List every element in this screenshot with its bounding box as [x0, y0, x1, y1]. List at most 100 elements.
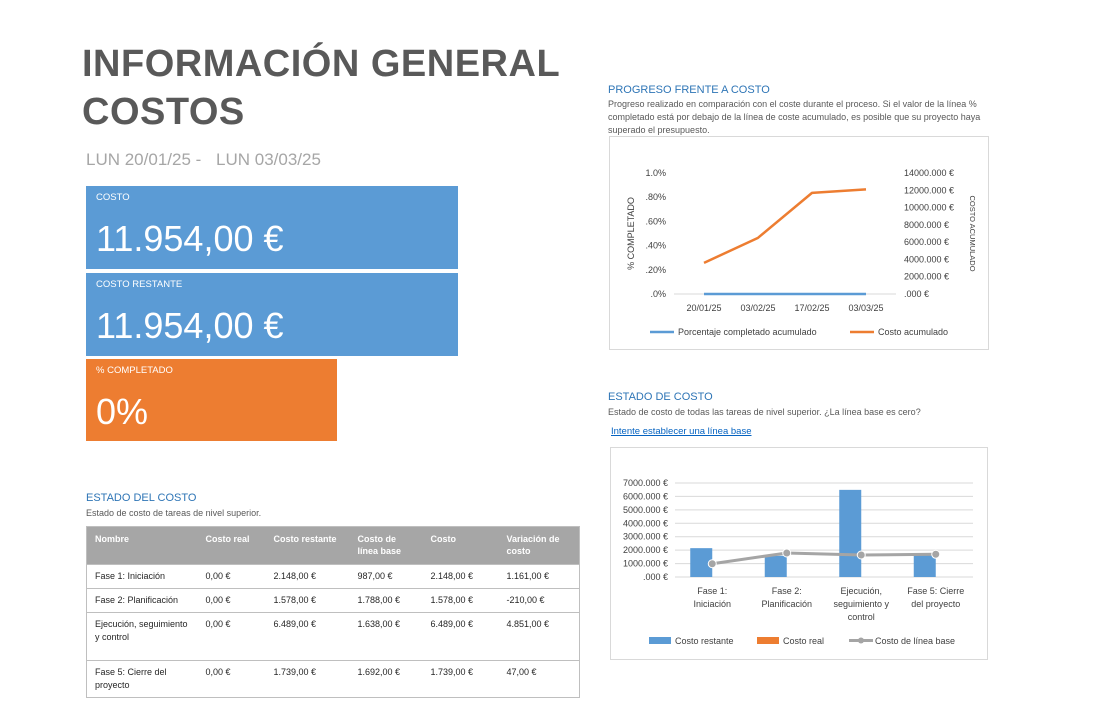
legend-marker: [858, 637, 864, 644]
cell-cost-variance: 47,00 €: [498, 660, 580, 698]
y-axis-tick-label: .000 €: [643, 572, 668, 582]
cell-cost: 2.148,00 €: [422, 564, 499, 589]
cell-actual-cost: 0,00 €: [197, 564, 266, 589]
cost-state-chart-svg: 7000.000 € 6000.000 € 5000.000 € 4000.000 €…: [623, 478, 973, 646]
bar: [764, 555, 787, 577]
category-label: control: [848, 612, 875, 622]
legend-label: Costo de línea base: [875, 636, 955, 646]
baseline-point: [931, 549, 941, 559]
cell-remaining-cost: 2.148,00 €: [265, 564, 350, 589]
title-line-2: COSTOS: [82, 91, 245, 133]
left-axis-title: % COMPLETADO: [626, 197, 636, 270]
series-line: [703, 188, 867, 265]
cost-tile-label: COSTO: [96, 192, 130, 203]
right-axis-tick-label: 8000.000 €: [904, 220, 949, 230]
table-header-row: Nombre Costo real Costo restante Costo d…: [86, 526, 580, 565]
legend-swatch: [757, 637, 779, 644]
cell-cost-variance: 4.851,00 €: [498, 612, 580, 661]
legend-swatch: [649, 637, 671, 644]
cell-name: Fase 1: Iniciación: [86, 564, 198, 589]
cell-actual-cost: 0,00 €: [197, 660, 266, 698]
category-label: Fase 1:: [697, 586, 727, 596]
cell-cost: 6.489,00 €: [422, 612, 499, 661]
cell-cost: 1.739,00 €: [422, 660, 499, 698]
y-axis-tick-label: 2000.000 €: [623, 545, 668, 555]
cell-remaining-cost: 1.739,00 €: [265, 660, 350, 698]
completed-tile-label: % COMPLETADO: [96, 365, 173, 376]
category-label: del proyecto: [911, 599, 960, 609]
progress-desc-line-1: Progreso realizado en comparación con el…: [608, 99, 977, 109]
right-axis-tick-label: 4000.000 €: [904, 254, 949, 264]
baseline-point: [782, 548, 792, 558]
baseline-point: [856, 550, 866, 560]
y-axis-tick-label: 7000.000 €: [623, 478, 668, 488]
cost-table-subtitle: Estado de costo de tareas de nivel super…: [86, 508, 262, 518]
legend-label: Costo restante: [675, 636, 734, 646]
title-line-1: INFORMACIÓN GENERAL: [82, 43, 561, 85]
date-range: LUN 20/01/25 - LUN 03/03/25: [86, 150, 331, 170]
category-label: Fase 5: Cierre: [907, 586, 964, 596]
col-header-cost-variance: Variación de costo: [498, 526, 580, 565]
completed-tile-value: 0%: [96, 391, 149, 432]
progress-chart-svg: 1.0% .80% .60% .40% .20% .0% 14000.000 € 12000.…: [626, 168, 977, 337]
baseline-point: [707, 559, 717, 569]
left-axis-tick-label: .40%: [645, 241, 666, 251]
cost-table-title: ESTADO DEL COSTO: [86, 492, 197, 504]
right-axis-tick-label: .000 €: [904, 289, 929, 299]
right-axis-title: COSTO ACUMULADO: [968, 195, 977, 271]
progress-vs-cost-title: PROGRESO FRENTE A COSTO: [608, 84, 770, 96]
table-row: Fase 1: Iniciación 0,00 € 2.148,00 € 987…: [86, 564, 580, 589]
table-row: Ejecución, seguimiento y control 0,00 € …: [86, 612, 580, 661]
x-axis-tick-label: 03/03/25: [848, 303, 883, 313]
category-label: Iniciación: [693, 599, 731, 609]
right-axis-tick-label: 2000.000 €: [904, 272, 949, 282]
y-axis-tick-label: 5000.000 €: [623, 505, 668, 515]
left-axis-tick-label: .20%: [645, 265, 666, 275]
right-axis-tick-label: 12000.000 €: [904, 185, 954, 195]
baseline-line: [712, 551, 936, 566]
progress-vs-cost-description: Progreso realizado en comparación con el…: [608, 98, 1028, 137]
bar: [839, 489, 862, 577]
cell-actual-cost: 0,00 €: [197, 588, 266, 613]
cost-state-title: ESTADO DE COSTO: [608, 391, 713, 403]
cell-baseline-cost: 987,00 €: [349, 564, 423, 589]
start-date: LUN 20/01/25 -: [86, 150, 202, 169]
y-axis-tick-label: 1000.000 €: [623, 559, 668, 569]
y-axis-tick-label: 3000.000 €: [623, 532, 668, 542]
col-header-remaining-cost: Costo restante: [265, 526, 350, 565]
right-axis-tick-label: 10000.000 €: [904, 203, 954, 213]
legend-label: Costo acumulado: [878, 327, 948, 337]
col-header-baseline-cost: Costo de línea base: [349, 526, 423, 565]
cell-cost-variance: 1.161,00 €: [498, 564, 580, 589]
left-axis-tick-label: .80%: [645, 192, 666, 202]
category-label: seguimiento y: [833, 599, 889, 609]
set-baseline-link[interactable]: Intente establecer una línea base: [611, 426, 752, 437]
cell-baseline-cost: 1.692,00 €: [349, 660, 423, 698]
remaining-cost-tile-value: 11.954,00 €: [96, 305, 284, 346]
legend-label: Costo real: [783, 636, 824, 646]
cost-status-table: Nombre Costo real Costo restante Costo d…: [86, 526, 580, 698]
right-axis-tick-label: 14000.000 €: [904, 168, 954, 178]
remaining-cost-tile-label: COSTO RESTANTE: [96, 279, 183, 290]
cell-name: Fase 2: Planificación: [86, 588, 198, 613]
cell-cost-variance: -210,00 €: [498, 588, 580, 613]
remaining-cost-tile: COSTO RESTANTE 11.954,00 €: [86, 273, 458, 356]
cell-baseline-cost: 1.788,00 €: [349, 588, 423, 613]
x-axis-tick-label: 17/02/25: [794, 303, 829, 313]
left-axis-tick-label: .60%: [645, 216, 666, 226]
cell-name: Ejecución, seguimiento y control: [86, 612, 198, 661]
cell-name: Fase 5: Cierre del proyecto: [86, 660, 198, 698]
cost-tile-value: 11.954,00 €: [96, 218, 284, 259]
cell-remaining-cost: 6.489,00 €: [265, 612, 350, 661]
cell-remaining-cost: 1.578,00 €: [265, 588, 350, 613]
legend-label: Porcentaje completado acumulado: [678, 327, 817, 337]
y-axis-tick-label: 6000.000 €: [623, 491, 668, 501]
left-axis-tick-label: 1.0%: [645, 168, 666, 178]
category-label: Planificación: [761, 599, 812, 609]
y-axis-tick-label: 4000.000 €: [623, 518, 668, 528]
right-axis-tick-label: 6000.000 €: [904, 237, 949, 247]
progress-desc-line-2: completado está por debajo de la línea d…: [608, 112, 981, 122]
col-header-actual-cost: Costo real: [197, 526, 266, 565]
table-row: Fase 2: Planificación 0,00 € 1.578,00 € …: [86, 588, 580, 613]
cost-tile: COSTO 11.954,00 €: [86, 186, 458, 269]
